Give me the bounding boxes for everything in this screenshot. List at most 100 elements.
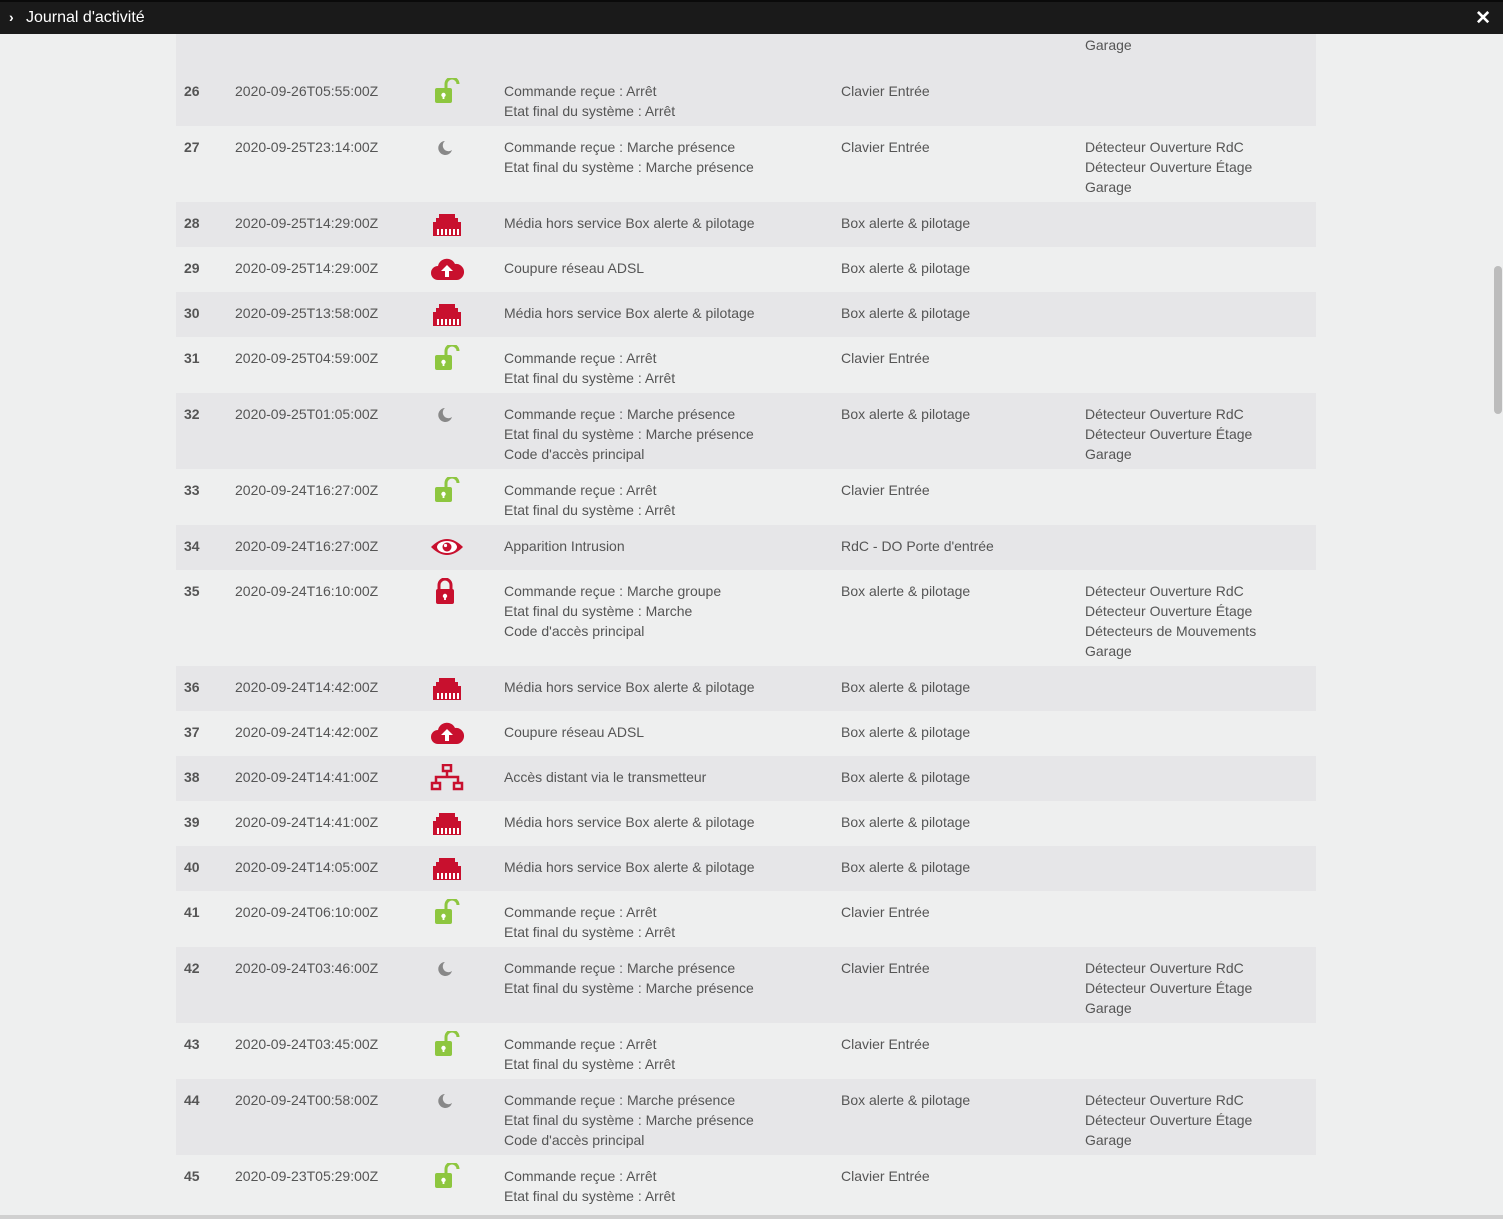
network-icon bbox=[429, 764, 465, 792]
row-number: 39 bbox=[184, 814, 200, 830]
close-icon[interactable]: ✕ bbox=[1475, 7, 1491, 30]
event-line: Etat final du système : Marche présence bbox=[504, 34, 754, 35]
zone-line: Détecteur Ouverture Étage bbox=[1085, 1112, 1253, 1128]
vertical-scrollbar[interactable] bbox=[1490, 34, 1503, 1215]
event-description: Accès distant via le transmetteur bbox=[504, 767, 706, 787]
event-line: Média hors service Box alerte & pilotage bbox=[504, 814, 755, 830]
event-line: Etat final du système : Marche présence bbox=[504, 1112, 754, 1128]
row-number: 36 bbox=[184, 679, 200, 695]
unlock-icon bbox=[429, 899, 465, 927]
event-line: Etat final du système : Arrêt bbox=[504, 1056, 676, 1072]
row-number: 37 bbox=[184, 724, 200, 740]
row-number: 34 bbox=[184, 538, 200, 554]
event-description: Média hors service Box alerte & pilotage bbox=[504, 857, 755, 877]
row-number: 38 bbox=[184, 769, 200, 785]
row-number: 35 bbox=[184, 583, 200, 599]
event-line: Code d'accès principal bbox=[504, 623, 645, 639]
activity-log-panel[interactable]: Etat final du système : Marche présence D… bbox=[0, 34, 1490, 1215]
table-row: 45 2020-09-23T05:29:00Z Commande reçue : A… bbox=[176, 1155, 1316, 1211]
row-number: 32 bbox=[184, 406, 200, 422]
event-description: Média hors service Box alerte & pilotage bbox=[504, 213, 755, 233]
event-zones: Détecteur Ouverture RdC Détecteur Ouvertu… bbox=[1085, 1090, 1252, 1150]
zone-line: Garage bbox=[1085, 446, 1132, 462]
row-number: 28 bbox=[184, 215, 200, 231]
event-source: RdC - DO Porte d'entrée bbox=[841, 538, 994, 554]
cloud-upload-icon bbox=[429, 719, 465, 747]
event-zones: Détecteur Ouverture RdC Détecteur Ouvertu… bbox=[1085, 581, 1256, 661]
lock-icon bbox=[429, 578, 465, 606]
row-timestamp: 2020-09-24T14:42:00Z bbox=[235, 679, 379, 695]
event-line: Accès distant via le transmetteur bbox=[504, 769, 707, 785]
row-number: 40 bbox=[184, 859, 200, 875]
scrollbar-thumb[interactable] bbox=[1494, 266, 1502, 414]
unlock-icon bbox=[429, 78, 465, 106]
row-timestamp: 2020-09-26T05:55:00Z bbox=[235, 83, 379, 99]
event-description: Commande reçue : Marche groupe Etat final… bbox=[504, 581, 721, 641]
table-row: 38 2020-09-24T14:41:00Z Accès distant via … bbox=[176, 756, 1316, 801]
chevron-right-icon[interactable]: › bbox=[9, 9, 14, 25]
moon-icon bbox=[429, 1087, 465, 1115]
event-line: Média hors service Box alerte & pilotage bbox=[504, 859, 755, 875]
table-row: 27 2020-09-25T23:14:00Z Commande reçue : M… bbox=[176, 126, 1316, 202]
event-source: Clavier Entrée bbox=[841, 482, 930, 498]
row-timestamp: 2020-09-25T23:14:00Z bbox=[235, 139, 379, 155]
event-line: Commande reçue : Marche présence bbox=[504, 406, 736, 422]
event-description: Commande reçue : Marche présence Etat fin… bbox=[504, 1090, 754, 1150]
event-line: Commande reçue : Arrêt bbox=[504, 1036, 657, 1052]
row-timestamp: 2020-09-24T14:41:00Z bbox=[235, 769, 379, 785]
event-description: Coupure réseau ADSL bbox=[504, 722, 644, 742]
row-timestamp: 2020-09-25T13:58:00Z bbox=[235, 305, 379, 321]
event-line: Commande reçue : Arrêt bbox=[504, 482, 657, 498]
event-line: Coupure réseau ADSL bbox=[504, 260, 645, 276]
event-line: Commande reçue : Marche présence bbox=[504, 139, 736, 155]
zone-line: Détecteur Ouverture Étage bbox=[1085, 980, 1253, 996]
zone-line: Garage bbox=[1085, 37, 1132, 53]
event-source: Clavier Entrée bbox=[841, 1168, 930, 1184]
unlock-icon bbox=[429, 477, 465, 505]
row-number: 41 bbox=[184, 904, 200, 920]
table-row: 35 2020-09-24T16:10:00Z Commande reçue : M… bbox=[176, 570, 1316, 666]
row-number: 42 bbox=[184, 960, 200, 976]
event-line: Etat final du système : Arrêt bbox=[504, 502, 676, 518]
ethernet-icon bbox=[429, 854, 465, 882]
row-timestamp: 2020-09-24T16:27:00Z bbox=[235, 538, 379, 554]
event-line: Etat final du système : Arrêt bbox=[504, 103, 676, 119]
event-zones: Détecteur Ouverture RdC Détecteur Ouvertu… bbox=[1085, 137, 1252, 197]
event-line: Coupure réseau ADSL bbox=[504, 724, 645, 740]
event-description: Apparition Intrusion bbox=[504, 536, 625, 556]
event-line: Commande reçue : Arrêt bbox=[504, 83, 657, 99]
moon-icon bbox=[429, 955, 465, 983]
row-timestamp: 2020-09-24T14:42:00Z bbox=[235, 724, 379, 740]
event-description: Commande reçue : Arrêt Etat final du syst… bbox=[504, 902, 675, 942]
window-title: Journal d'activité bbox=[26, 9, 145, 26]
event-source: Box alerte & pilotage bbox=[841, 260, 971, 276]
event-source: Box alerte & pilotage bbox=[841, 769, 971, 785]
event-line: Commande reçue : Arrêt bbox=[504, 1168, 657, 1184]
event-line: Etat final du système : Marche présence bbox=[504, 426, 754, 442]
event-line: Etat final du système : Arrêt bbox=[504, 924, 676, 940]
event-zones: Détecteur Ouverture ÉtageGarage bbox=[1085, 34, 1252, 55]
none bbox=[429, 34, 465, 56]
event-description: Commande reçue : Marche présence Etat fin… bbox=[504, 958, 754, 998]
event-source: Box alerte & pilotage bbox=[841, 1092, 971, 1108]
event-description: Commande reçue : Arrêt Etat final du syst… bbox=[504, 1034, 675, 1074]
table-row: 34 2020-09-24T16:27:00Z Apparition Intrusi… bbox=[176, 525, 1316, 570]
ethernet-icon bbox=[429, 674, 465, 702]
row-timestamp: 2020-09-24T03:46:00Z bbox=[235, 960, 379, 976]
row-timestamp: 2020-09-24T00:58:00Z bbox=[235, 1092, 379, 1108]
row-timestamp: 2020-09-25T14:29:00Z bbox=[235, 260, 379, 276]
zone-line: Garage bbox=[1085, 1000, 1132, 1016]
event-description: Commande reçue : Arrêt Etat final du syst… bbox=[504, 348, 675, 388]
zone-line: Détecteur Ouverture Étage bbox=[1085, 426, 1253, 442]
row-timestamp: 2020-09-25T14:29:00Z bbox=[235, 215, 379, 231]
row-number: 44 bbox=[184, 1092, 200, 1108]
event-line: Commande reçue : Marche présence bbox=[504, 1092, 736, 1108]
zone-line: Détecteurs de Mouvements bbox=[1085, 623, 1257, 639]
window-titlebar: › Journal d'activité ✕ bbox=[0, 0, 1503, 34]
row-timestamp: 2020-09-24T14:41:00Z bbox=[235, 814, 379, 830]
event-line: Code d'accès principal bbox=[504, 1132, 645, 1148]
table-row: 37 2020-09-24T14:42:00Z Coupure réseau ADS… bbox=[176, 711, 1316, 756]
row-number: 27 bbox=[184, 139, 200, 155]
table-row: 29 2020-09-25T14:29:00Z Coupure réseau ADS… bbox=[176, 247, 1316, 292]
event-source: Box alerte & pilotage bbox=[841, 215, 971, 231]
